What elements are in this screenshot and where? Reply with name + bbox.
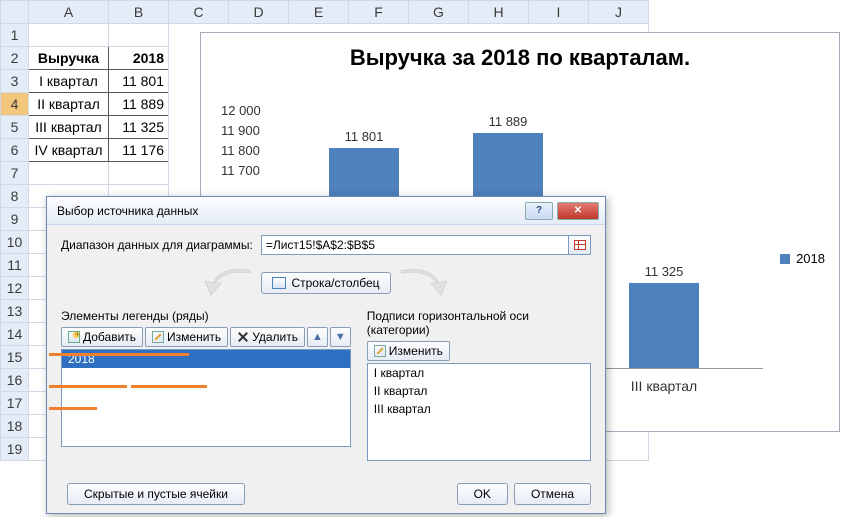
add-series-button[interactable]: Добавить — [61, 327, 143, 347]
row-header[interactable]: 19 — [1, 438, 29, 461]
arrow-right-icon — [401, 269, 447, 297]
cell[interactable]: I квартал — [29, 70, 109, 93]
row-header[interactable]: 7 — [1, 162, 29, 185]
switch-icon — [272, 277, 286, 289]
highlight-icon — [49, 407, 97, 410]
axis-categories-group: Подписи горизонтальной оси (категории) И… — [367, 309, 591, 461]
btn-label: Изменить — [167, 330, 221, 344]
col-header[interactable]: H — [469, 1, 529, 24]
row-header[interactable]: 10 — [1, 231, 29, 254]
highlight-icon — [49, 353, 189, 356]
move-down-button[interactable]: ▼ — [330, 327, 351, 347]
select-data-source-dialog: Выбор источника данных ? ✕ Диапазон данн… — [46, 196, 606, 514]
y-tick: 11 700 — [221, 163, 260, 178]
move-up-button[interactable]: ▲ — [307, 327, 328, 347]
btn-label: Удалить — [252, 330, 298, 344]
arrow-up-icon: ▲ — [312, 332, 323, 342]
y-tick: 12 000 — [221, 103, 261, 118]
col-header[interactable]: B — [109, 1, 169, 24]
chart-bar[interactable] — [629, 283, 699, 368]
col-header[interactable]: J — [589, 1, 649, 24]
col-header[interactable]: G — [409, 1, 469, 24]
row-header[interactable]: 8 — [1, 185, 29, 208]
row-header[interactable]: 5 — [1, 116, 29, 139]
highlight-icon — [49, 385, 127, 388]
y-tick: 11 800 — [221, 143, 260, 158]
cell[interactable]: 11 325 — [109, 116, 169, 139]
chart-bar-label: 11 889 — [473, 114, 543, 129]
legend-swatch-icon — [780, 254, 790, 264]
dialog-titlebar[interactable]: Выбор источника данных ? ✕ — [47, 197, 605, 225]
row-header[interactable]: 17 — [1, 392, 29, 415]
row-header[interactable]: 16 — [1, 369, 29, 392]
row-header[interactable]: 12 — [1, 277, 29, 300]
category-item[interactable]: III квартал — [368, 400, 590, 418]
col-header[interactable]: C — [169, 1, 229, 24]
edit-series-button[interactable]: Изменить — [145, 327, 228, 347]
row-header[interactable]: 4 — [1, 93, 29, 116]
categories-group-label: Подписи горизонтальной оси (категории) — [367, 309, 591, 337]
chart-legend[interactable]: 2018 — [780, 251, 825, 266]
add-icon — [68, 331, 80, 343]
cell[interactable]: 2018 — [109, 47, 169, 70]
hidden-cells-button[interactable]: Скрытые и пустые ячейки — [67, 483, 245, 505]
row-header[interactable]: 2 — [1, 47, 29, 70]
row-header[interactable]: 18 — [1, 415, 29, 438]
range-picker-icon — [574, 240, 586, 250]
series-listbox[interactable]: 2018 — [61, 349, 351, 447]
categories-listbox[interactable]: I квартал II квартал III квартал — [367, 363, 591, 461]
y-tick: 11 900 — [221, 123, 260, 138]
cell[interactable]: Выручка — [29, 47, 109, 70]
switch-label: Строка/столбец — [291, 276, 379, 290]
legend-label: 2018 — [796, 251, 825, 266]
row-header[interactable]: 14 — [1, 323, 29, 346]
delete-icon — [237, 331, 249, 343]
chart-bar-label: 11 801 — [329, 129, 399, 144]
row-header[interactable]: 15 — [1, 346, 29, 369]
close-button[interactable]: ✕ — [557, 202, 599, 220]
row-header[interactable]: 6 — [1, 139, 29, 162]
switch-row-column-button[interactable]: Строка/столбец — [261, 272, 390, 294]
category-item[interactable]: I квартал — [368, 364, 590, 382]
btn-label: Добавить — [83, 330, 136, 344]
col-header[interactable]: A — [29, 1, 109, 24]
category-item[interactable]: II квартал — [368, 382, 590, 400]
arrow-left-icon — [205, 269, 251, 297]
dialog-title: Выбор источника данных — [57, 204, 521, 218]
col-header[interactable]: D — [229, 1, 289, 24]
row-header[interactable]: 1 — [1, 24, 29, 47]
col-header[interactable]: F — [349, 1, 409, 24]
chart-range-input[interactable] — [261, 235, 569, 255]
cancel-button[interactable]: Отмена — [514, 483, 591, 505]
series-group-label: Элементы легенды (ряды) — [61, 309, 351, 323]
row-header[interactable]: 11 — [1, 254, 29, 277]
ok-button[interactable]: OK — [457, 483, 508, 505]
row-header[interactable]: 13 — [1, 300, 29, 323]
remove-series-button[interactable]: Удалить — [230, 327, 305, 347]
edit-icon — [152, 331, 164, 343]
collapse-dialog-button[interactable] — [569, 235, 591, 255]
row-header[interactable]: 3 — [1, 70, 29, 93]
cell[interactable]: 11 176 — [109, 139, 169, 162]
x-category-label: III квартал — [619, 378, 709, 394]
col-header[interactable]: E — [289, 1, 349, 24]
cell[interactable]: 11 889 — [109, 93, 169, 116]
select-all-cell[interactable] — [1, 1, 29, 24]
row-header[interactable]: 9 — [1, 208, 29, 231]
cell[interactable]: III квартал — [29, 116, 109, 139]
cell[interactable]: 11 801 — [109, 70, 169, 93]
highlight-icon — [131, 385, 207, 388]
arrow-down-icon: ▼ — [335, 332, 346, 342]
cell[interactable]: II квартал — [29, 93, 109, 116]
edit-icon — [374, 345, 386, 357]
btn-label: Изменить — [389, 344, 443, 358]
edit-categories-button[interactable]: Изменить — [367, 341, 450, 361]
chart-title: Выручка за 2018 по кварталам. — [201, 45, 839, 71]
col-header[interactable]: I — [529, 1, 589, 24]
range-label: Диапазон данных для диаграммы: — [61, 238, 253, 252]
cell[interactable]: IV квартал — [29, 139, 109, 162]
help-button[interactable]: ? — [525, 202, 553, 220]
chart-bar-label: 11 325 — [629, 264, 699, 279]
